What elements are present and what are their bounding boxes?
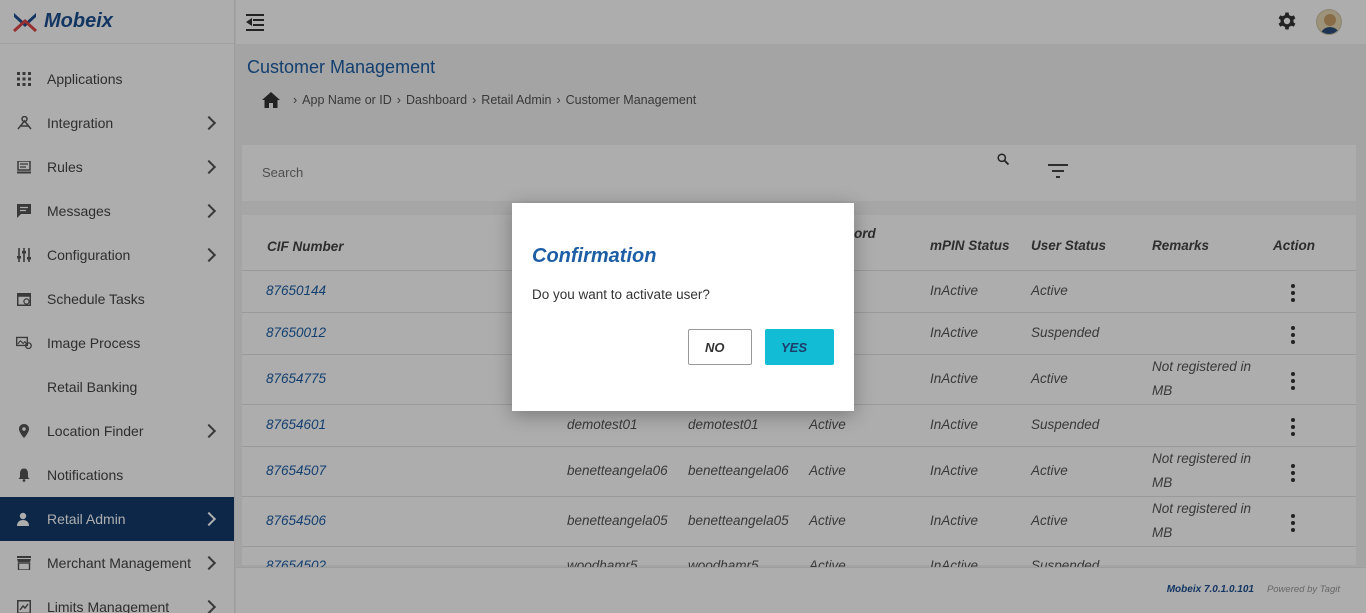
confirmation-dialog: Confirmation Do you want to activate use… <box>512 203 854 411</box>
dialog-message: Do you want to activate user? <box>532 287 710 302</box>
dialog-title: Confirmation <box>532 245 657 267</box>
no-button[interactable]: NO <box>688 329 752 365</box>
yes-button[interactable]: YES <box>765 329 834 365</box>
